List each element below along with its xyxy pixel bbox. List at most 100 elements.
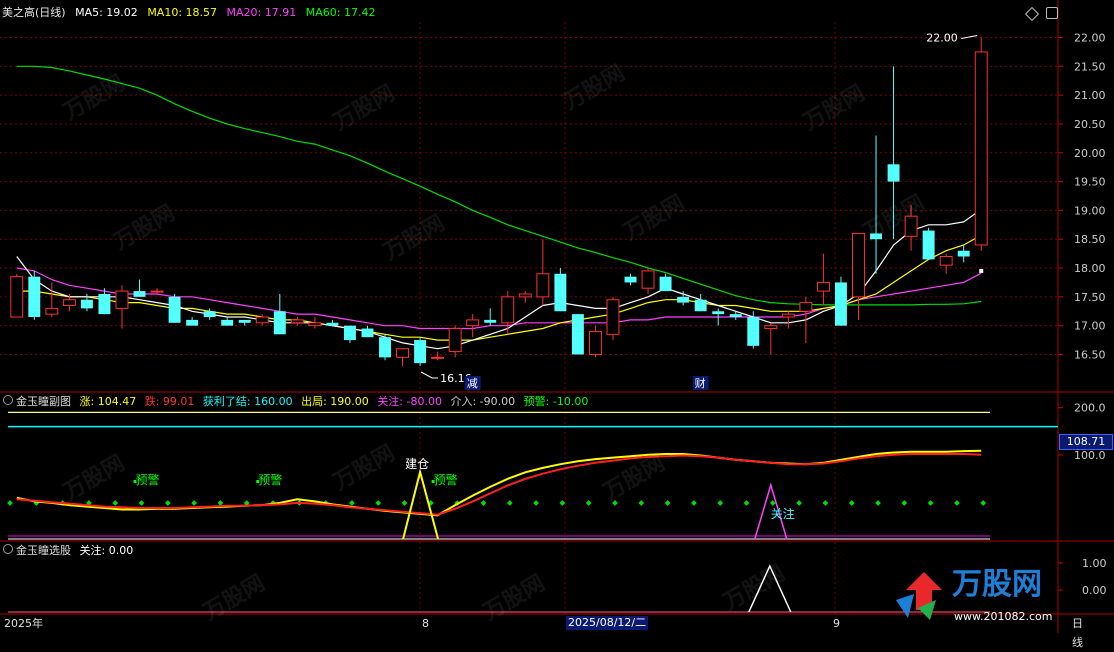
candle-body-up <box>308 322 322 327</box>
candle-body-down <box>554 273 567 312</box>
warn-diamond <box>506 500 513 506</box>
period-label: 日线 <box>1072 617 1083 649</box>
focus-annotation: 关注 <box>771 506 795 521</box>
price-tick-label: 21.00 <box>1074 89 1106 102</box>
candle-body-down <box>379 337 391 358</box>
candle-body-up <box>150 290 164 293</box>
ind1-tick-label: 100.0 <box>1074 449 1106 462</box>
collapse-icon[interactable] <box>3 395 13 405</box>
ind1-tick-label: 200.0 <box>1074 402 1106 415</box>
warn-diamond <box>901 500 908 506</box>
warn-diamond <box>375 500 382 506</box>
candle-body-down <box>80 299 93 309</box>
candle-body-down <box>343 325 356 341</box>
candle-body-down <box>414 340 427 364</box>
candle-body-up <box>641 270 655 289</box>
warn-diamond <box>138 500 145 506</box>
last-marker <box>979 268 984 273</box>
price-tick-label: 20.00 <box>1074 147 1106 160</box>
candle-body-down <box>694 299 707 312</box>
warn-diamond <box>585 500 592 506</box>
price-tick-label: 18.50 <box>1074 233 1106 246</box>
candle-body-down <box>747 317 760 346</box>
warn-diamond <box>164 500 171 506</box>
warn-dot <box>133 480 137 483</box>
logo-text: 万股网 <box>952 567 1042 602</box>
warn-diamond <box>112 500 119 506</box>
candle-body-down <box>273 311 286 335</box>
warn-diamond <box>848 500 855 506</box>
ind1-param: 涨: 104.47 <box>79 395 137 408</box>
candle-body-up <box>904 215 918 237</box>
candle-body-up <box>974 51 988 246</box>
ind1-param: 出局: 190.00 <box>301 395 369 408</box>
low-arrow <box>420 371 439 379</box>
warn-diamond <box>612 500 618 506</box>
candle-body-down <box>28 276 41 318</box>
warn-diamond <box>796 500 802 506</box>
ind2-param: 关注: 0.00 <box>79 544 134 557</box>
settings-icon[interactable] <box>1046 7 1058 19</box>
warn-diamond <box>980 500 987 506</box>
warn-annotation: 预警 <box>258 472 282 487</box>
warn-dot <box>431 480 435 483</box>
indicator2-header: 金玉瞳选股 关注: 0.00 <box>0 544 1058 558</box>
candle-body-down <box>957 250 970 257</box>
candle-body-down <box>168 296 181 323</box>
candle-body-down <box>677 296 690 303</box>
price-chart[interactable]: 22.00 21.50 21.00 20.50 20.00 19.50 19.00 18.50… <box>0 0 1114 633</box>
candle-body-down <box>659 276 672 292</box>
ind1-param: 获利了结: 160.00 <box>202 395 293 408</box>
candle-body-up <box>10 276 24 318</box>
event-label: 财 <box>695 376 706 390</box>
candle-body-up <box>466 319 480 327</box>
candle-body-up <box>799 302 813 312</box>
price-tick-label: 16.50 <box>1074 348 1106 361</box>
candle-body-down <box>712 311 725 315</box>
candle-body-up <box>939 256 953 266</box>
candle-body-up <box>588 330 602 355</box>
indicator1-header: 金玉瞳副图 涨: 104.47 跌: 99.01 获利了结: 160.00 出局… <box>0 395 1058 409</box>
warn-diamond <box>480 500 487 506</box>
candle-body-down <box>571 314 584 355</box>
candle-body-down <box>221 319 234 326</box>
candle-body-down <box>834 282 847 326</box>
price-tick-label: 21.50 <box>1074 60 1106 73</box>
candle-body-up <box>781 313 795 318</box>
warn-diamond <box>664 500 671 506</box>
ind1-param: 预警: -10.00 <box>523 395 589 408</box>
candle-body-up <box>62 299 76 306</box>
chart-window: 22.00 21.50 21.00 20.50 20.00 19.50 19.00 18.50… <box>0 0 1114 649</box>
candle-body-down <box>238 319 251 323</box>
warn-annotation: 预警 <box>434 472 458 487</box>
candle-body-up <box>45 307 59 315</box>
warn-diamond <box>349 500 355 506</box>
warn-dot <box>256 480 260 483</box>
candle-body-down <box>484 319 497 323</box>
ind1-param: 介入: -90.00 <box>450 395 516 408</box>
warn-diamond <box>217 500 224 506</box>
price-tick-label: 20.50 <box>1074 118 1106 131</box>
candle-body-up <box>606 299 620 335</box>
price-tick-label: 18.00 <box>1074 262 1106 275</box>
warn-diamond <box>7 500 13 506</box>
candle-body-down <box>98 293 111 315</box>
warn-diamond <box>401 500 408 506</box>
warn-diamond <box>191 500 197 506</box>
warn-diamond <box>559 500 566 506</box>
price-tick-label: 17.00 <box>1074 320 1106 333</box>
stock-title: 美之高(日线) <box>2 6 66 19</box>
candle-body-down <box>624 276 637 283</box>
date-axis: 2025年 8 2025/08/12/二 9 日线 <box>0 614 1083 649</box>
candle-body-up <box>396 348 410 358</box>
candle-body-down <box>361 328 374 338</box>
candle-body-up <box>536 273 550 298</box>
candle-body-up <box>431 356 445 359</box>
price-tick-label: 19.00 <box>1074 204 1106 217</box>
high-arrow <box>961 35 978 40</box>
candle-body-down <box>203 311 216 318</box>
high-price-label: 22.00 <box>926 32 958 45</box>
candle-body-down <box>729 314 742 318</box>
ma5-label: MA5: 19.02 <box>75 6 138 19</box>
collapse-icon[interactable] <box>3 544 13 554</box>
